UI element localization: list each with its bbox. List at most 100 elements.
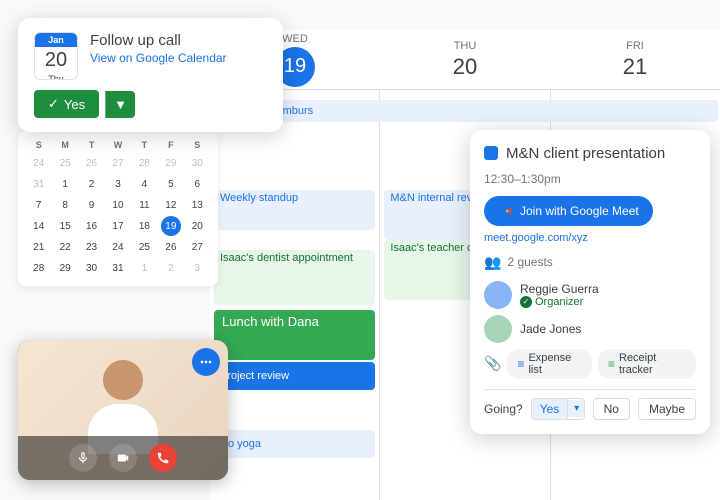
day-header-m: M xyxy=(52,138,77,152)
mini-day-today[interactable]: 19 xyxy=(161,216,181,236)
day-header-s2: S xyxy=(185,138,210,152)
mini-day[interactable]: 30 xyxy=(82,258,102,278)
lunch-label: Lunch with Dana xyxy=(222,314,319,329)
mini-day[interactable]: 25 xyxy=(55,153,75,173)
yes-dropdown-arrow[interactable]: ▾ xyxy=(568,400,584,417)
mini-day[interactable]: 1 xyxy=(55,174,75,194)
view-on-gcal-link[interactable]: View on Google Calendar xyxy=(90,51,227,65)
mini-day[interactable]: 9 xyxy=(82,195,102,215)
meet-icon xyxy=(498,203,514,219)
mini-day[interactable]: 2 xyxy=(82,174,102,194)
day-header-thu: THU 20 xyxy=(380,32,550,88)
rsvp-icon: ✓ xyxy=(48,96,59,112)
mini-day[interactable]: 1 xyxy=(134,258,154,278)
mini-day[interactable]: 7 xyxy=(29,195,49,215)
mini-day[interactable]: 30 xyxy=(187,153,207,173)
expense-list-label: Expense list xyxy=(528,352,582,376)
thu-label: THU xyxy=(388,40,542,52)
attachment-icon: 📎 xyxy=(484,355,501,372)
jade-avatar xyxy=(484,315,512,343)
organizer-check-icon: ✓ xyxy=(520,296,532,308)
mini-day[interactable]: 18 xyxy=(134,216,154,236)
receipt-tracker-label: Receipt tracker xyxy=(619,352,686,376)
expense-list-chip[interactable]: ≡ Expense list xyxy=(507,349,592,379)
mini-day[interactable]: 3 xyxy=(108,174,128,194)
mini-day[interactable]: 3 xyxy=(187,258,207,278)
mini-day[interactable]: 12 xyxy=(161,195,181,215)
organizer-badge: ✓ Organizer xyxy=(520,296,599,308)
yes-button[interactable]: ✓ Yes xyxy=(34,90,99,118)
project-review-event[interactable]: Project review xyxy=(214,362,375,390)
mini-day[interactable]: 6 xyxy=(187,174,207,194)
guests-icon: 👥 xyxy=(484,254,501,271)
mini-day[interactable]: 16 xyxy=(82,216,102,236)
mini-day[interactable]: 28 xyxy=(134,153,154,173)
join-meet-button[interactable]: Join with Google Meet xyxy=(484,196,653,226)
mini-day[interactable]: 17 xyxy=(108,216,128,236)
mute-button[interactable] xyxy=(69,444,97,472)
cal-month: Jan xyxy=(35,33,77,47)
mini-day[interactable]: 8 xyxy=(55,195,75,215)
going-yes-button[interactable]: Yes ▾ xyxy=(531,398,585,420)
reggie-avatar xyxy=(484,281,512,309)
mini-day[interactable]: 20 xyxy=(187,216,207,236)
thu-number: 20 xyxy=(388,54,542,80)
mini-day[interactable]: 10 xyxy=(108,195,128,215)
mini-day[interactable]: 29 xyxy=(55,258,75,278)
submit-reimburs-event[interactable]: ✓ Submit reimburs xyxy=(210,100,718,122)
yes-dropdown-button[interactable]: ▼ xyxy=(105,91,135,118)
isaacs-dentist-label: Isaac's dentist appointment xyxy=(220,252,353,264)
meet-link[interactable]: meet.google.com/xyz xyxy=(484,232,696,244)
mini-day[interactable]: 14 xyxy=(29,216,49,236)
cal-day: 20 xyxy=(35,47,77,74)
weekly-standup-event[interactable]: Weekly standup xyxy=(214,190,375,230)
mini-day[interactable]: 11 xyxy=(134,195,154,215)
mini-day[interactable]: 13 xyxy=(187,195,207,215)
event-time: 12:30–1:30pm xyxy=(484,172,696,186)
event-color-indicator xyxy=(484,146,498,160)
going-no-button[interactable]: No xyxy=(593,398,630,420)
column-wed: ✓ Submit reimburs Weekly standup Isaac's… xyxy=(210,90,380,500)
going-maybe-button[interactable]: Maybe xyxy=(638,398,696,420)
mini-day[interactable]: 21 xyxy=(29,237,49,257)
day-header-w: W xyxy=(105,138,130,152)
mini-day[interactable]: 26 xyxy=(82,153,102,173)
weekly-standup-label: Weekly standup xyxy=(220,192,298,204)
mini-day[interactable]: 4 xyxy=(134,174,154,194)
video-call-card xyxy=(18,340,228,480)
fri-number: 21 xyxy=(558,54,712,80)
isaacs-dentist-event[interactable]: Isaac's dentist appointment xyxy=(214,250,375,305)
mini-day[interactable]: 24 xyxy=(29,153,49,173)
mini-day[interactable]: 31 xyxy=(108,258,128,278)
mini-day[interactable]: 5 xyxy=(161,174,181,194)
lunch-with-dana-event[interactable]: Lunch with Dana xyxy=(214,310,375,360)
event-detail-popup: M&N client presentation 12:30–1:30pm Joi… xyxy=(470,130,710,434)
event-popup-title: M&N client presentation xyxy=(506,144,665,164)
mini-day[interactable]: 28 xyxy=(29,258,49,278)
join-meet-label: Join with Google Meet xyxy=(520,204,639,218)
mini-day[interactable]: 31 xyxy=(29,174,49,194)
mini-day[interactable]: 27 xyxy=(108,153,128,173)
mini-day[interactable]: 29 xyxy=(161,153,181,173)
end-call-button[interactable] xyxy=(149,444,177,472)
organizer-label: Organizer xyxy=(535,296,583,308)
guests-count: 2 guests xyxy=(507,255,552,269)
mini-day[interactable]: 15 xyxy=(55,216,75,236)
day-header-t2: T xyxy=(132,138,157,152)
fri-label: FRI xyxy=(558,40,712,52)
camera-button[interactable] xyxy=(109,444,137,472)
going-label: Going? xyxy=(484,402,523,416)
yes-part-label[interactable]: Yes xyxy=(532,399,569,419)
mini-day[interactable]: 2 xyxy=(161,258,181,278)
mini-day[interactable]: 26 xyxy=(161,237,181,257)
mini-day[interactable]: 23 xyxy=(82,237,102,257)
do-yoga-event[interactable]: Do yoga xyxy=(214,430,375,458)
mini-day[interactable]: 25 xyxy=(134,237,154,257)
mini-day[interactable]: 27 xyxy=(187,237,207,257)
mini-day[interactable]: 22 xyxy=(55,237,75,257)
mini-month-calendar: S M T W T F S 24 25 26 27 28 29 30 31 1 … xyxy=(18,130,218,286)
day-header-s1: S xyxy=(26,138,51,152)
receipt-tracker-chip[interactable]: ≡ Receipt tracker xyxy=(598,349,696,379)
day-header-f: F xyxy=(158,138,183,152)
mini-day[interactable]: 24 xyxy=(108,237,128,257)
